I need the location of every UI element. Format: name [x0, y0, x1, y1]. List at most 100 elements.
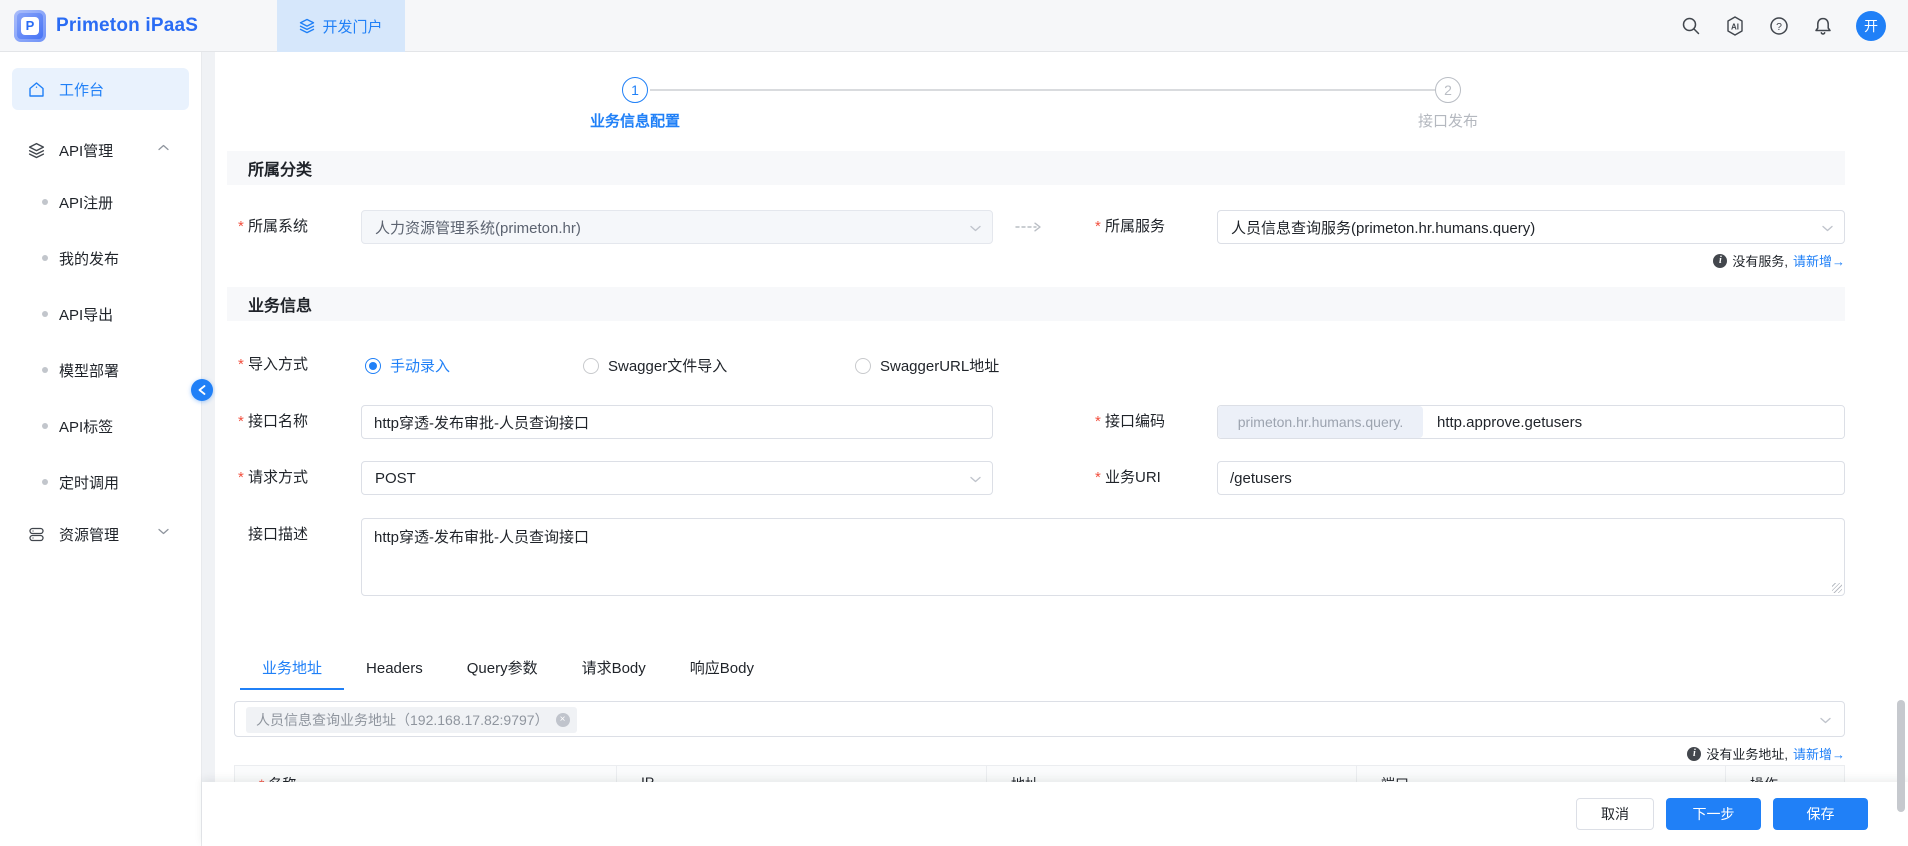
uri-label: 业务URI — [1095, 461, 1161, 495]
description-textarea[interactable] — [361, 518, 1845, 596]
info-icon: i — [1687, 747, 1701, 761]
tab-request-body[interactable]: 请求Body — [560, 652, 668, 690]
sidebar-nav: 工作台 API管理 API注册 我的发布 API导出 模型部署 API标签 定时… — [0, 52, 202, 846]
section-title-category: 所属分类 — [227, 151, 1845, 185]
col-actions: 操作 — [1726, 766, 1844, 782]
business-address-select[interactable]: 人员信息查询业务地址（192.168.17.82:9797） × — [234, 701, 1845, 737]
add-address-link[interactable]: 请新增→ — [1793, 744, 1845, 763]
sidebar-item-api-export[interactable]: API导出 — [0, 286, 201, 342]
api-code-label: 接口编码 — [1095, 405, 1165, 439]
tab-dev-portal-label: 开发门户 — [322, 16, 382, 37]
stepper-connector — [650, 89, 1435, 91]
sidebar-item-api-tags[interactable]: API标签 — [0, 398, 201, 454]
address-chip: 人员信息查询业务地址（192.168.17.82:9797） × — [246, 707, 577, 733]
service-select-value: 人员信息查询服务(primeton.hr.humans.query) — [1231, 217, 1535, 238]
step-2-circle: 2 — [1435, 77, 1461, 103]
radio-dot — [855, 358, 871, 374]
sidebar-item-label: API注册 — [59, 192, 113, 213]
radio-label: Swagger文件导入 — [608, 355, 727, 376]
radio-manual-entry[interactable]: 手动录入 — [365, 355, 450, 376]
chevron-down-icon — [158, 528, 169, 535]
chevron-up-icon — [158, 144, 169, 151]
cancel-button[interactable]: 取消 — [1576, 798, 1654, 830]
footer-actions: 取消 下一步 保存 — [202, 782, 1908, 846]
sidebar-item-model-deploy[interactable]: 模型部署 — [0, 342, 201, 398]
description-label: 接口描述 — [238, 518, 308, 552]
ai-assistant-icon[interactable]: AI — [1724, 15, 1746, 37]
api-layers-icon — [28, 142, 45, 159]
import-method-label: 导入方式 — [238, 355, 308, 375]
radio-swagger-url[interactable]: SwaggerURL地址 — [855, 355, 999, 376]
search-icon[interactable] — [1680, 15, 1702, 37]
sidebar-item-label: 模型部署 — [59, 360, 119, 381]
sidebar-item-label: 工作台 — [59, 79, 104, 100]
info-icon: i — [1713, 254, 1727, 268]
service-select[interactable]: 人员信息查询服务(primeton.hr.humans.query) — [1217, 210, 1845, 244]
dashed-arrow-icon — [1015, 222, 1045, 232]
system-select-value: 人力资源管理系统(primeton.hr) — [375, 217, 581, 238]
step-2-label: 接口发布 — [1418, 110, 1478, 131]
col-ip: IP — [617, 766, 987, 782]
radio-swagger-file[interactable]: Swagger文件导入 — [583, 355, 727, 376]
sidebar-collapse-handle[interactable] — [191, 379, 213, 401]
sidebar-item-label: API标签 — [59, 416, 113, 437]
tab-headers[interactable]: Headers — [344, 652, 445, 690]
chevron-down-icon — [1820, 717, 1831, 724]
brand: P Primeton iPaaS — [14, 0, 198, 52]
sidebar-item-label: 定时调用 — [59, 472, 119, 493]
save-button[interactable]: 保存 — [1773, 798, 1868, 830]
svg-text:AI: AI — [1731, 23, 1739, 32]
no-address-text: 没有业务地址, — [1706, 744, 1788, 763]
system-label: 所属系统 — [238, 210, 308, 244]
chevron-down-icon — [1822, 225, 1833, 232]
col-name: 名称 — [235, 766, 617, 782]
sidebar-item-label: API导出 — [59, 304, 113, 325]
chevron-down-icon — [970, 225, 981, 232]
sidebar-sublist: API注册 我的发布 API导出 模型部署 API标签 定时调用 — [0, 174, 201, 510]
method-select[interactable]: POST — [361, 461, 993, 495]
vertical-scrollbar-thumb[interactable] — [1897, 700, 1905, 812]
method-select-value: POST — [375, 470, 416, 487]
sidebar-group-resource-management[interactable]: 资源管理 — [0, 510, 201, 558]
api-code-group: primeton.hr.humans.query. — [1217, 405, 1845, 439]
add-service-link[interactable]: 请新增→ — [1793, 251, 1845, 270]
tab-dev-portal[interactable]: 开发门户 — [277, 0, 405, 52]
chip-close-icon[interactable]: × — [556, 713, 570, 727]
database-icon — [28, 526, 45, 543]
sidebar-group-label: 资源管理 — [59, 524, 119, 545]
user-avatar[interactable]: 开 — [1856, 11, 1886, 41]
api-name-label: 接口名称 — [238, 405, 308, 439]
app-window: P Primeton iPaaS 开发门户 — [0, 0, 1908, 846]
tab-response-body[interactable]: 响应Body — [668, 652, 776, 690]
tab-query-params[interactable]: Query参数 — [445, 652, 560, 690]
brand-name: Primeton iPaaS — [56, 15, 198, 37]
sidebar-item-my-publish[interactable]: 我的发布 — [0, 230, 201, 286]
sidebar-item-scheduled-call[interactable]: 定时调用 — [0, 454, 201, 510]
uri-input[interactable] — [1217, 461, 1845, 495]
header-actions: AI ? 开 — [1680, 0, 1886, 52]
section-title-business: 业务信息 — [227, 287, 1845, 321]
api-code-prefix: primeton.hr.humans.query. — [1218, 406, 1423, 438]
system-select[interactable]: 人力资源管理系统(primeton.hr) — [361, 210, 993, 244]
help-icon[interactable]: ? — [1768, 15, 1790, 37]
service-label: 所属服务 — [1095, 210, 1165, 244]
sidebar-group-api-management[interactable]: API管理 — [0, 126, 201, 174]
radio-dot — [365, 358, 381, 374]
notifications-bell-icon[interactable] — [1812, 15, 1834, 37]
main-area: 1 2 业务信息配置 接口发布 所属分类 所属系统 人力资源管理系统(prime… — [202, 52, 1908, 846]
next-step-button[interactable]: 下一步 — [1666, 798, 1761, 830]
sidebar-item-api-register[interactable]: API注册 — [0, 174, 201, 230]
home-icon — [28, 81, 45, 98]
api-name-input[interactable] — [361, 405, 993, 439]
no-address-note: i 没有业务地址, 请新增→ — [1687, 744, 1845, 763]
import-method-row: 导入方式 手动录入 Swagger文件导入 SwaggerURL地址 — [215, 355, 1908, 379]
col-address: 地址 — [987, 766, 1357, 782]
tab-business-address[interactable]: 业务地址 — [240, 652, 344, 690]
step-1-label: 业务信息配置 — [590, 110, 680, 131]
primeton-logo-icon: P — [14, 10, 46, 42]
sidebar-item-workbench[interactable]: 工作台 — [12, 68, 189, 110]
api-code-input[interactable] — [1423, 406, 1844, 438]
top-header: P Primeton iPaaS 开发门户 — [0, 0, 1908, 52]
col-port: 端口 — [1357, 766, 1726, 782]
chevron-down-icon — [970, 476, 981, 483]
